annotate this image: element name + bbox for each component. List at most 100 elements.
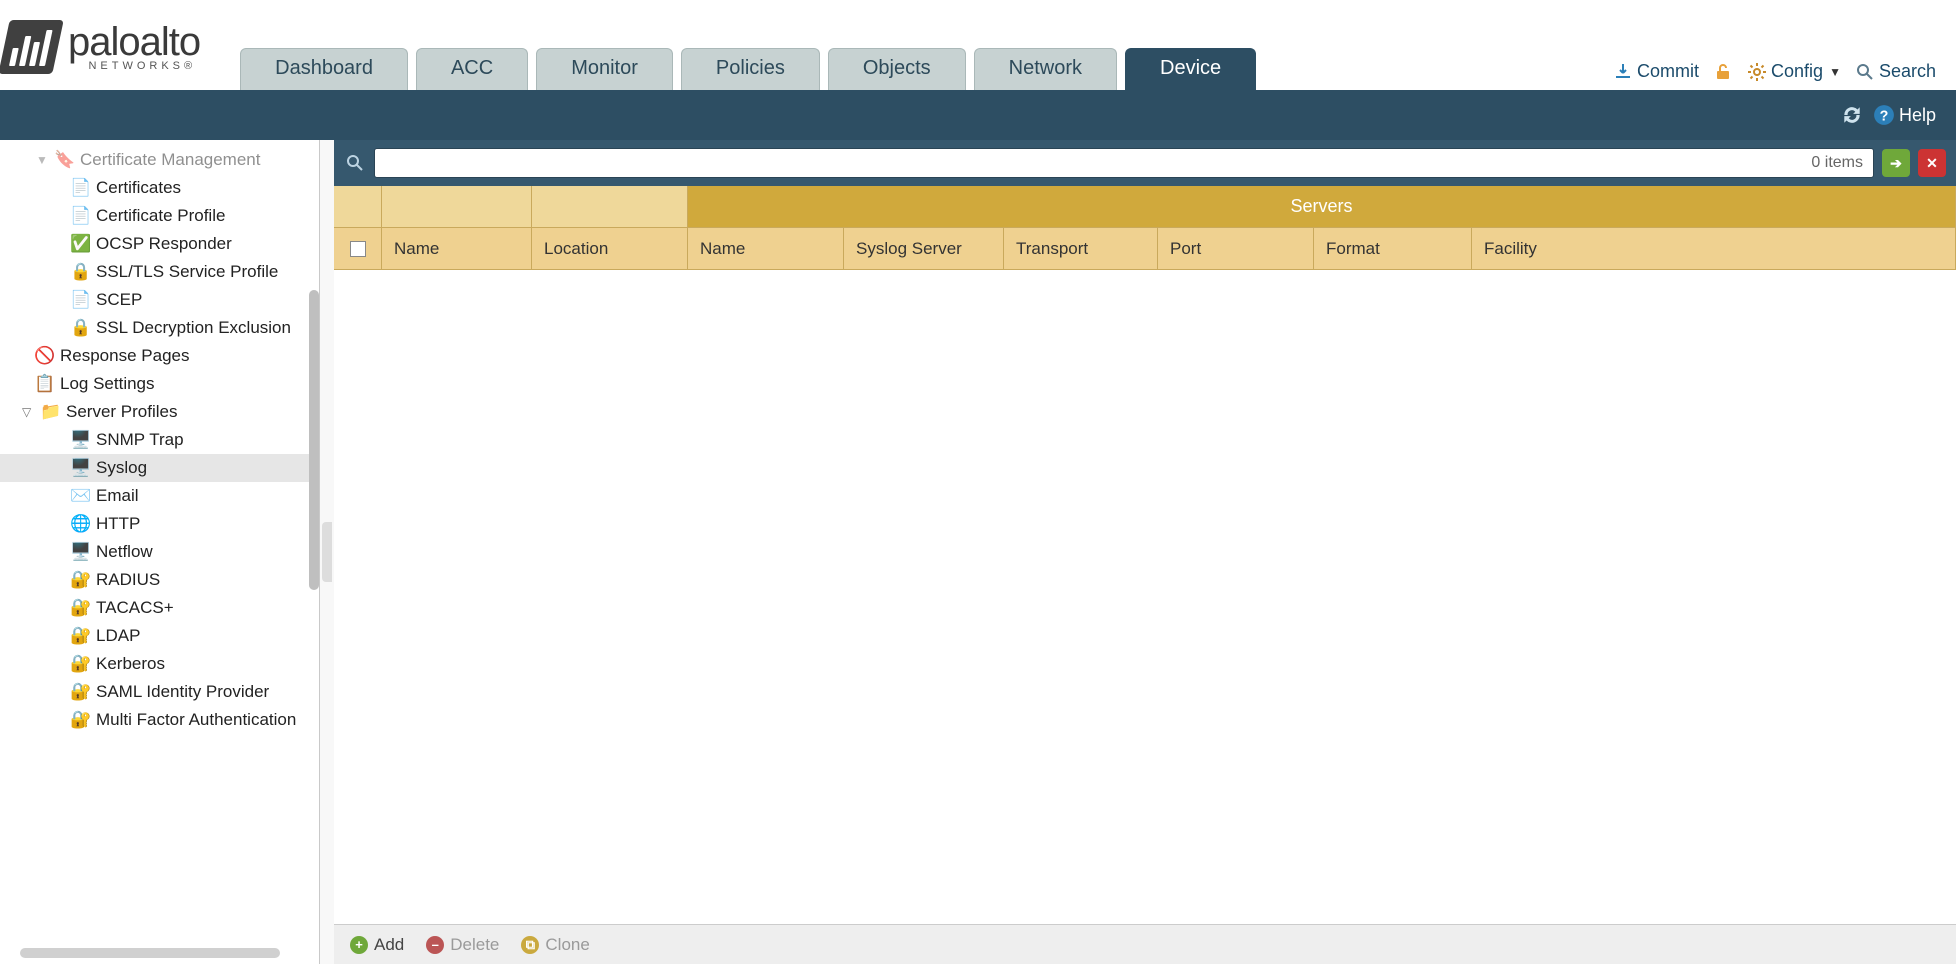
lock-icon: 🔒 [72, 319, 90, 337]
tab-device[interactable]: Device [1125, 48, 1256, 90]
sidebar[interactable]: ▼ 🔖 Certificate Management 📄 Certificate… [0, 140, 320, 964]
grid-header-facility[interactable]: Facility [1472, 228, 1956, 270]
delete-label: Delete [450, 935, 499, 955]
sidebar-item-ocsp[interactable]: ✅ OCSP Responder [0, 230, 319, 258]
sidebar-item-ssl-tls[interactable]: 🔒 SSL/TLS Service Profile [0, 258, 319, 286]
grid-header: Servers Name Location Name Syslog Server… [334, 186, 1956, 270]
filter-input[interactable] [374, 148, 1874, 178]
gear-icon [1747, 62, 1767, 82]
config-dropdown[interactable]: Config ▼ [1747, 61, 1841, 82]
certificate-profile-icon: 📄 [72, 207, 90, 225]
splitter-grip-icon[interactable] [322, 522, 332, 582]
certificate-group-icon: 🔖 [56, 151, 74, 169]
sidebar-item-kerberos[interactable]: 🔐 Kerberos [0, 650, 319, 678]
sidebar-vscrollbar[interactable] [309, 290, 319, 590]
filter-search-icon[interactable] [344, 152, 366, 174]
grid-header-transport[interactable]: Transport [1004, 228, 1158, 270]
sidebar-item-server-profiles[interactable]: ▽ 📁 Server Profiles [0, 398, 319, 426]
grid-header-location[interactable]: Location [532, 228, 688, 270]
grid-header-syslog-server[interactable]: Syslog Server [844, 228, 1004, 270]
filter-clear-button[interactable]: ✕ [1918, 149, 1946, 177]
sidebar-item-cert-management[interactable]: ▼ 🔖 Certificate Management [0, 146, 319, 174]
add-label: Add [374, 935, 404, 955]
sidebar-item-mfa[interactable]: 🔐 Multi Factor Authentication [0, 706, 319, 734]
mail-icon: ✉️ [72, 487, 90, 505]
sidebar-label: SAML Identity Provider [96, 682, 269, 702]
clone-label: Clone [545, 935, 589, 955]
sidebar-label: Certificates [96, 178, 181, 198]
grid-header-server-name[interactable]: Name [688, 228, 844, 270]
sidebar-label: Syslog [96, 458, 147, 478]
grid-header-spacer [382, 186, 532, 228]
main-tabs: Dashboard ACC Monitor Policies Objects N… [240, 48, 1256, 90]
grid-header-format[interactable]: Format [1314, 228, 1472, 270]
sidebar-item-ssl-decrypt-excl[interactable]: 🔒 SSL Decryption Exclusion [0, 314, 319, 342]
sidebar-item-saml[interactable]: 🔐 SAML Identity Provider [0, 678, 319, 706]
grid-header-port[interactable]: Port [1158, 228, 1314, 270]
svg-text:?: ? [1880, 109, 1889, 125]
sidebar-label: Response Pages [60, 346, 189, 366]
scrollbar-thumb[interactable] [309, 290, 319, 590]
lock-icon: 🔒 [72, 263, 90, 281]
sidebar-label: Netflow [96, 542, 153, 562]
help-button[interactable]: ? Help [1873, 104, 1936, 126]
sidebar-item-log-settings[interactable]: 📋 Log Settings [0, 370, 319, 398]
brand-mark-icon [0, 20, 64, 74]
brand-name: paloalto [68, 22, 200, 62]
help-icon: ? [1873, 104, 1895, 126]
main-layout: ▼ 🔖 Certificate Management 📄 Certificate… [0, 140, 1956, 964]
sidebar-item-netflow[interactable]: 🖥️ Netflow [0, 538, 319, 566]
splitter[interactable] [320, 140, 334, 964]
server-lock-icon: 🔐 [72, 627, 90, 645]
checkbox-icon[interactable] [350, 241, 366, 257]
sidebar-item-snmp[interactable]: 🖥️ SNMP Trap [0, 426, 319, 454]
sidebar-item-response-pages[interactable]: 🚫 Response Pages [0, 342, 319, 370]
clone-icon: ⧉ [521, 936, 539, 954]
header-actions: Commit Config ▼ Search [1613, 61, 1936, 82]
sidebar-item-syslog[interactable]: 🖥️ Syslog [0, 454, 319, 482]
sidebar-item-scep[interactable]: 📄 SCEP [0, 286, 319, 314]
tab-monitor[interactable]: Monitor [536, 48, 673, 90]
sidebar-label: Certificate Profile [96, 206, 225, 226]
add-button[interactable]: + Add [350, 935, 404, 955]
config-label: Config [1771, 61, 1823, 82]
search-button[interactable]: Search [1855, 61, 1936, 82]
sidebar-item-cert-profile[interactable]: 📄 Certificate Profile [0, 202, 319, 230]
tab-dashboard[interactable]: Dashboard [240, 48, 408, 90]
server-lock-icon: 🔐 [72, 683, 90, 701]
response-pages-icon: 🚫 [36, 347, 54, 365]
sidebar-label: Kerberos [96, 654, 165, 674]
clone-button[interactable]: ⧉ Clone [521, 935, 589, 955]
delete-button[interactable]: – Delete [426, 935, 499, 955]
sidebar-item-radius[interactable]: 🔐 RADIUS [0, 566, 319, 594]
tab-acc[interactable]: ACC [416, 48, 528, 90]
sidebar-label: Server Profiles [66, 402, 177, 422]
sub-bar: ? Help [0, 90, 1956, 140]
refresh-icon [1841, 104, 1863, 126]
server-icon: 🖥️ [72, 431, 90, 449]
server-lock-icon: 🔐 [72, 571, 90, 589]
server-lock-icon: 🔐 [72, 655, 90, 673]
sidebar-label: Log Settings [60, 374, 155, 394]
grid-header-name[interactable]: Name [382, 228, 532, 270]
filter-apply-button[interactable]: ➔ [1882, 149, 1910, 177]
tab-network[interactable]: Network [974, 48, 1117, 90]
server-lock-icon: 🔐 [72, 711, 90, 729]
unlock-icon[interactable] [1713, 62, 1733, 82]
server-icon: 🖥️ [72, 459, 90, 477]
tab-policies[interactable]: Policies [681, 48, 820, 90]
sidebar-item-email[interactable]: ✉️ Email [0, 482, 319, 510]
search-icon [1855, 62, 1875, 82]
server-lock-icon: 🔐 [72, 599, 90, 617]
help-label: Help [1899, 105, 1936, 126]
tab-objects[interactable]: Objects [828, 48, 966, 90]
sidebar-hscrollbar[interactable] [20, 948, 280, 958]
search-label: Search [1879, 61, 1936, 82]
sidebar-item-tacacs[interactable]: 🔐 TACACS+ [0, 594, 319, 622]
grid-header-checkbox[interactable] [334, 228, 382, 270]
sidebar-item-ldap[interactable]: 🔐 LDAP [0, 622, 319, 650]
commit-button[interactable]: Commit [1613, 61, 1699, 82]
sidebar-item-http[interactable]: 🌐 HTTP [0, 510, 319, 538]
refresh-button[interactable] [1841, 104, 1863, 126]
sidebar-item-certificates[interactable]: 📄 Certificates [0, 174, 319, 202]
